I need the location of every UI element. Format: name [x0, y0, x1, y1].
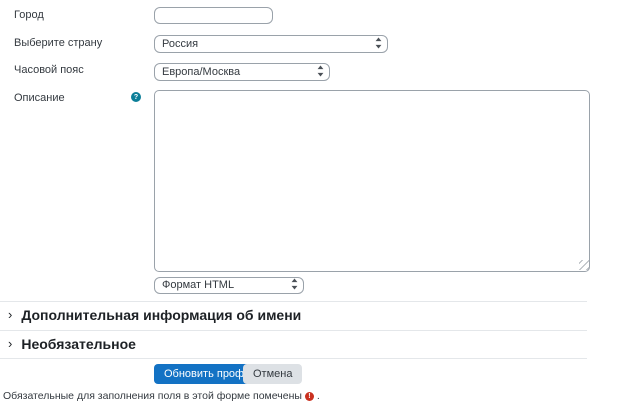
country-label: Выберите страну [14, 37, 102, 50]
description-textarea[interactable] [154, 90, 590, 272]
format-select-wrap: Формат HTML [154, 275, 304, 292]
divider [0, 301, 587, 302]
required-note-text: Обязательные для заполнения поля в этой … [3, 390, 302, 402]
country-select[interactable]: Россия [154, 35, 388, 53]
format-select[interactable]: Формат HTML [154, 277, 304, 294]
city-label: Город [14, 9, 44, 22]
divider [0, 330, 587, 331]
section-title: Дополнительная информация об имени [21, 307, 301, 323]
section-header-optional[interactable]: › Необязательное [8, 335, 568, 353]
section-header-additional-names[interactable]: › Дополнительная информация об имени [8, 306, 568, 324]
country-select-wrap: Россия [154, 34, 388, 52]
timezone-label: Часовой пояс [14, 64, 84, 77]
description-label: Описание [14, 92, 65, 105]
required-icon: ! [305, 392, 314, 401]
section-title: Необязательное [21, 336, 136, 352]
timezone-select-wrap: Европа/Москва [154, 62, 330, 80]
timezone-select[interactable]: Европа/Москва [154, 63, 330, 81]
chevron-right-icon: › [8, 308, 12, 321]
required-note-suffix: . [317, 390, 320, 402]
required-note: Обязательные для заполнения поля в этой … [3, 390, 320, 402]
city-input[interactable] [154, 7, 273, 24]
help-icon[interactable]: ? [131, 92, 141, 102]
divider [0, 358, 587, 359]
cancel-button[interactable]: Отмена [243, 364, 302, 384]
chevron-right-icon: › [8, 337, 12, 350]
profile-edit-form: Город Выберите страну Россия Часовой поя… [0, 0, 624, 406]
